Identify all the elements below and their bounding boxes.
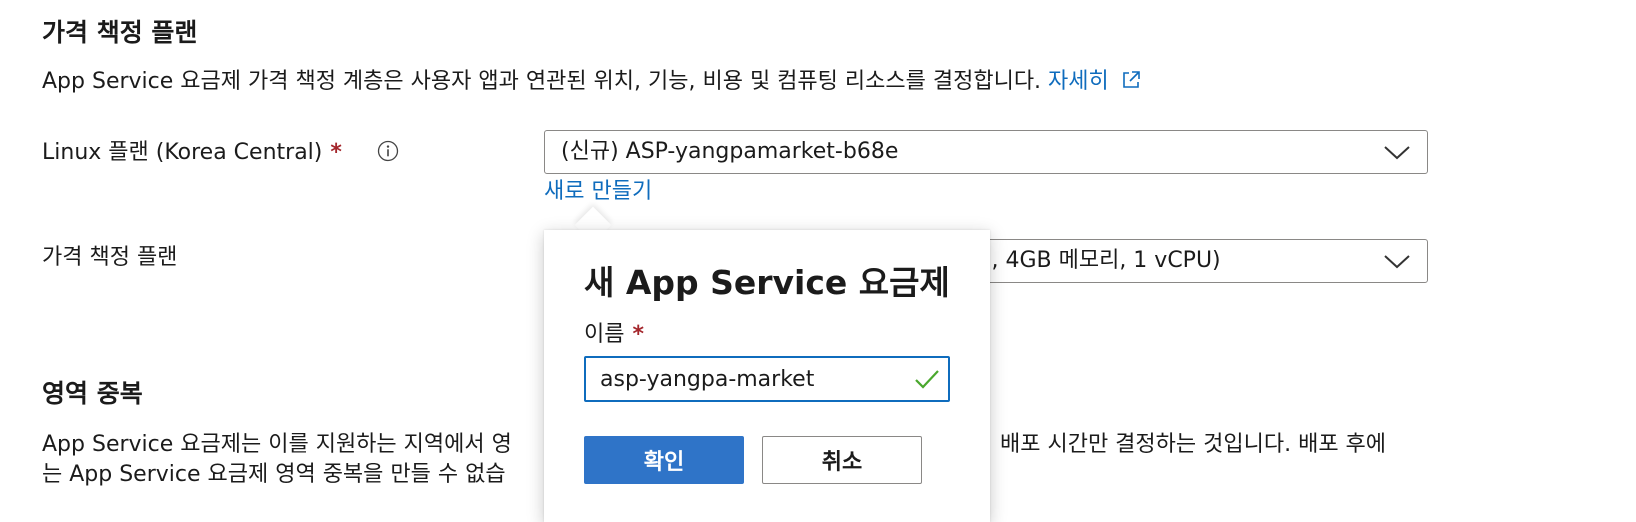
zone-description-line1a: App Service 요금제는 이를 지원하는 지역에서 영 xyxy=(42,432,512,457)
ok-button[interactable]: 확인 xyxy=(584,436,744,484)
pricing-plan-value: J, 4GB 메모리, 1 vCPU) xyxy=(985,248,1221,273)
chevron-down-icon xyxy=(1384,255,1410,269)
new-plan-callout: 새 App Service 요금제 이름 * 확인 취소 xyxy=(544,230,990,522)
zone-description-line1b: 배포 시간만 결정하는 것입니다. 배포 후에 xyxy=(1000,432,1387,457)
linux-plan-value: (신규) ASP-yangpamarket-b68e xyxy=(561,139,899,164)
learn-more-link[interactable]: 자세히 xyxy=(1048,69,1142,94)
external-link-icon xyxy=(1122,71,1140,88)
cancel-button[interactable]: 취소 xyxy=(762,436,922,484)
pricing-section-heading: 가격 책정 플랜 xyxy=(42,18,198,47)
name-label: 이름 * xyxy=(584,316,644,348)
zone-section-heading: 영역 중복 xyxy=(42,379,143,408)
pricing-plan-label: 가격 책정 플랜 xyxy=(42,245,178,270)
checkmark-icon xyxy=(915,370,939,389)
create-new-link[interactable]: 새로 만들기 xyxy=(544,177,652,207)
learn-more-label: 자세히 xyxy=(1048,69,1109,94)
chevron-down-icon xyxy=(1384,146,1410,160)
linux-plan-label-text: Linux 플랜 (Korea Central) xyxy=(42,140,323,165)
callout-title: 새 App Service 요금제 xyxy=(584,263,950,302)
linux-plan-dropdown[interactable]: (신규) ASP-yangpamarket-b68e xyxy=(544,130,1428,174)
plan-name-input[interactable] xyxy=(584,356,950,402)
linux-plan-label: Linux 플랜 (Korea Central) * xyxy=(42,138,342,168)
required-asterisk: * xyxy=(330,140,342,165)
pricing-description-text: App Service 요금제 가격 책정 계층은 사용자 앱과 연관된 위치,… xyxy=(42,69,1042,94)
pricing-description: App Service 요금제 가격 책정 계층은 사용자 앱과 연관된 위치,… xyxy=(42,67,1142,97)
required-asterisk: * xyxy=(632,322,644,347)
zone-description-line2: 는 App Service 요금제 영역 중복을 만들 수 없습 xyxy=(42,462,506,487)
name-label-text: 이름 xyxy=(584,322,625,347)
create-web-app-page: 가격 책정 플랜 App Service 요금제 가격 책정 계층은 사용자 앱… xyxy=(0,0,1636,522)
info-icon[interactable] xyxy=(377,140,399,162)
